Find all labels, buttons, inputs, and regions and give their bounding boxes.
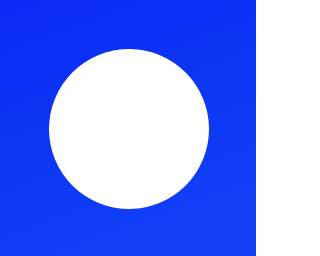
app-icon-background xyxy=(0,0,256,256)
circle-shape xyxy=(49,49,209,209)
